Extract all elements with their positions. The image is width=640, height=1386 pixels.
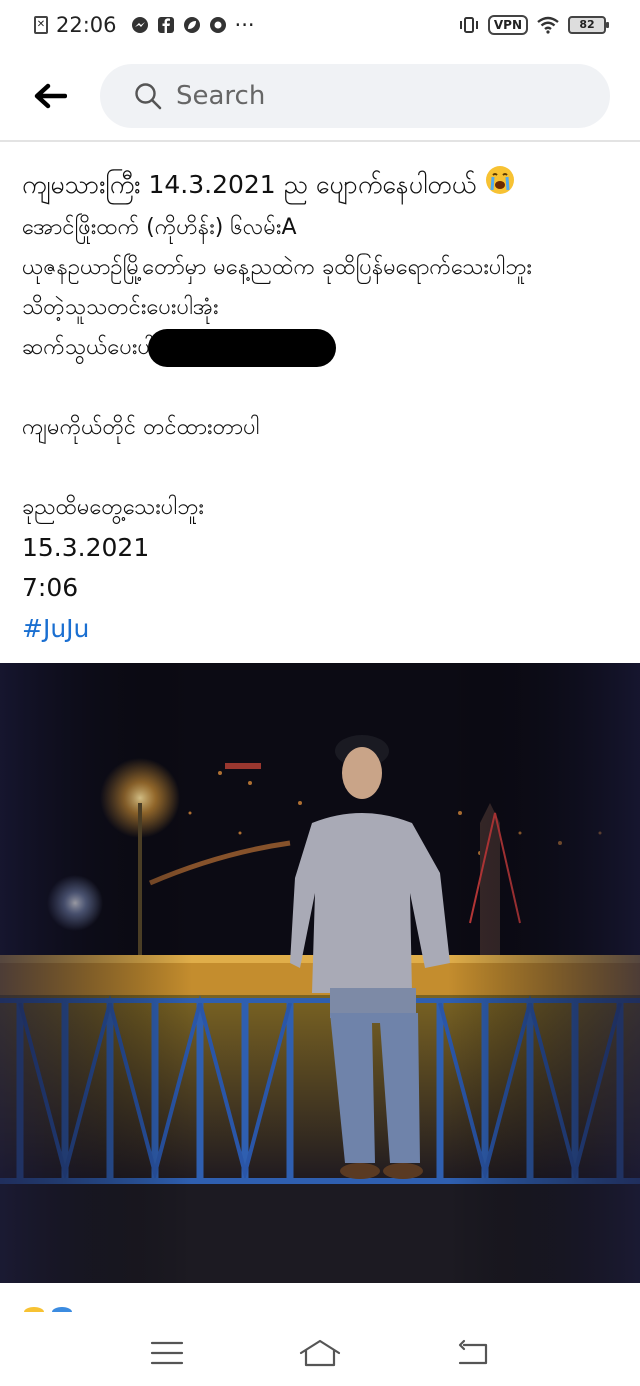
post-line-2: အောင်ဖြိုးထက် (ကိုဟိန်း) ၆လမ်းA	[22, 215, 297, 240]
search-icon	[135, 83, 162, 110]
leaf-app-icon	[183, 16, 201, 34]
crying-face-emoji-icon	[484, 164, 516, 208]
vpn-badge: VPN	[487, 15, 528, 35]
post-line-5: ဆက်သွယ်ပေးပါ	[22, 328, 622, 368]
back-button[interactable]	[28, 76, 72, 116]
home-icon	[299, 1339, 341, 1367]
search-input[interactable]	[176, 81, 556, 111]
search-header	[0, 62, 640, 132]
browser-app-icon	[209, 16, 227, 34]
post-date: 15.3.2021	[22, 533, 150, 562]
back-arrow-icon	[34, 83, 67, 109]
redacted-phone-number	[147, 329, 336, 367]
header-divider	[0, 140, 640, 142]
nav-home-button[interactable]	[295, 1333, 345, 1373]
vibrate-icon	[458, 16, 480, 34]
reaction-icons-peek	[24, 1307, 72, 1312]
nav-menu-button[interactable]	[142, 1333, 192, 1373]
post-line-3: ယုဇနဥယာဥ်မြို့တော်မှာ မနေ့ညထဲက ခုထိပြန်မ…	[22, 255, 533, 280]
back-icon	[459, 1339, 488, 1365]
post-line-6: ကျမကိုယ်တိုင် တင်ထားတာပါ	[22, 415, 260, 440]
more-notifications: ···	[234, 13, 255, 37]
facebook-icon	[157, 16, 175, 34]
post-line-4: သိတဲ့သူသတင်းပေးပါအုံး	[22, 295, 219, 320]
menu-icon	[150, 1341, 183, 1365]
wifi-icon	[536, 16, 560, 34]
post-line-7: ခုညထိမတွေ့သေးပါဘူး	[22, 495, 204, 520]
messenger-icon	[131, 16, 149, 34]
notification-icon: ✕	[34, 16, 48, 34]
status-time: 22:06	[56, 13, 117, 37]
status-bar: ✕ 22:06 ··· VPN 82	[0, 0, 640, 50]
post-time: 7:06	[22, 573, 79, 602]
status-right: VPN 82	[458, 15, 609, 35]
post-line-1-text: ကျမသားကြီး 14.3.2021 ည ပျောက်နေပါတယ်	[22, 170, 476, 199]
night-bridge-photo	[0, 663, 640, 1283]
post-text: ကျမသားကြီး 14.3.2021 ည ပျောက်နေပါတယ် အော…	[22, 164, 622, 650]
nav-back-button[interactable]	[448, 1333, 498, 1373]
status-left: ✕ 22:06 ···	[34, 13, 255, 37]
contact-label: ဆက်သွယ်ပေးပါ	[22, 335, 154, 360]
hashtag-link[interactable]: #JuJu	[22, 608, 622, 650]
system-nav-bar	[0, 1320, 640, 1386]
search-bar[interactable]	[100, 64, 610, 128]
battery-indicator: 82	[568, 16, 609, 34]
post-photo[interactable]	[0, 663, 640, 1283]
post-line-1: ကျမသားကြီး 14.3.2021 ည ပျောက်နေပါတယ်	[22, 164, 622, 208]
